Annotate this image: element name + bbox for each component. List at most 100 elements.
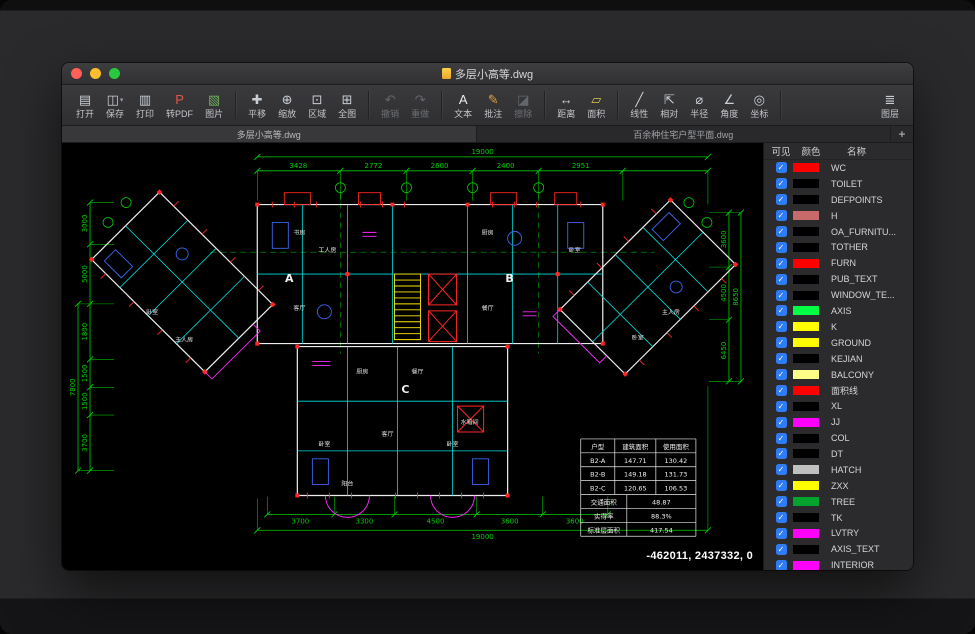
layer-row[interactable]: ✓TK bbox=[764, 510, 913, 526]
layer-color-swatch[interactable] bbox=[793, 322, 819, 331]
layer-visibility-checkbox[interactable]: ✓ bbox=[776, 385, 787, 396]
layer-row[interactable]: ✓COL bbox=[764, 430, 913, 446]
toolbar-button-zoom[interactable]: ⊕缩放 bbox=[273, 91, 301, 120]
toolbar-button-coordinate[interactable]: ◎坐标 bbox=[745, 91, 773, 120]
toolbar-button-angle[interactable]: ∠角度 bbox=[715, 91, 743, 120]
layer-color-swatch[interactable] bbox=[793, 465, 819, 474]
layer-row[interactable]: ✓XL bbox=[764, 398, 913, 414]
layer-color-swatch[interactable] bbox=[793, 275, 819, 284]
layer-row[interactable]: ✓BALCONY bbox=[764, 367, 913, 383]
tab-current-file[interactable]: 多层小高等.dwg bbox=[62, 126, 477, 142]
toolbar-button-radius[interactable]: ⌀半径 bbox=[685, 91, 713, 120]
layer-color-swatch[interactable] bbox=[793, 561, 819, 570]
layer-row[interactable]: ✓LVTRY bbox=[764, 525, 913, 541]
layer-visibility-checkbox[interactable]: ✓ bbox=[776, 258, 787, 269]
drawing-canvas[interactable]: 1900034282772260024002951300050001800150… bbox=[62, 143, 763, 570]
layer-color-swatch[interactable] bbox=[793, 291, 819, 300]
layer-visibility-checkbox[interactable]: ✓ bbox=[776, 480, 787, 491]
layer-color-swatch[interactable] bbox=[793, 418, 819, 427]
layer-color-swatch[interactable] bbox=[793, 513, 819, 522]
layer-visibility-checkbox[interactable]: ✓ bbox=[776, 178, 787, 189]
layer-visibility-checkbox[interactable]: ✓ bbox=[776, 401, 787, 412]
layer-color-swatch[interactable] bbox=[793, 354, 819, 363]
layer-row[interactable]: ✓GROUND bbox=[764, 335, 913, 351]
new-tab-button[interactable]: + bbox=[891, 126, 913, 142]
layers-list[interactable]: ✓WC✓TOILET✓DEFPOINTS✓H✓OA_FURNITU...✓TOT… bbox=[764, 160, 913, 570]
toolbar-button-annotate[interactable]: ✎批注 bbox=[479, 91, 507, 120]
layer-visibility-checkbox[interactable]: ✓ bbox=[776, 369, 787, 380]
toolbar-button-distance[interactable]: ↔距离 bbox=[552, 91, 580, 120]
toolbar-button-area[interactable]: ▱面积 bbox=[582, 91, 610, 120]
toolbar-button-layers[interactable]: ≣图层 bbox=[876, 91, 904, 120]
layer-color-swatch[interactable] bbox=[793, 211, 819, 220]
layer-visibility-checkbox[interactable]: ✓ bbox=[776, 194, 787, 205]
layer-color-swatch[interactable] bbox=[793, 529, 819, 538]
layer-visibility-checkbox[interactable]: ✓ bbox=[776, 560, 787, 570]
layer-row[interactable]: ✓INTERIOR bbox=[764, 557, 913, 570]
layer-visibility-checkbox[interactable]: ✓ bbox=[776, 512, 787, 523]
layer-row[interactable]: ✓WINDOW_TE... bbox=[764, 287, 913, 303]
layer-visibility-checkbox[interactable]: ✓ bbox=[776, 417, 787, 428]
toolbar-button-relative[interactable]: ⇱相对 bbox=[655, 91, 683, 120]
toolbar-button-redo[interactable]: ↷重做 bbox=[406, 91, 434, 120]
layer-visibility-checkbox[interactable]: ✓ bbox=[776, 448, 787, 459]
layer-color-swatch[interactable] bbox=[793, 195, 819, 204]
toolbar-button-text[interactable]: A文本 bbox=[449, 91, 477, 120]
layer-row[interactable]: ✓AXIS bbox=[764, 303, 913, 319]
layer-visibility-checkbox[interactable]: ✓ bbox=[776, 162, 787, 173]
toolbar-button-pan[interactable]: ✚平移 bbox=[243, 91, 271, 120]
layer-visibility-checkbox[interactable]: ✓ bbox=[776, 433, 787, 444]
toolbar-button-open[interactable]: ▤打开 bbox=[71, 91, 99, 120]
layer-row[interactable]: ✓H bbox=[764, 208, 913, 224]
layer-color-swatch[interactable] bbox=[793, 306, 819, 315]
layer-color-swatch[interactable] bbox=[793, 163, 819, 172]
tab-other-file[interactable]: 百余种住宅户型平面.dwg bbox=[477, 126, 892, 142]
layer-visibility-checkbox[interactable]: ✓ bbox=[776, 226, 787, 237]
layer-visibility-checkbox[interactable]: ✓ bbox=[776, 337, 787, 348]
layer-row[interactable]: ✓HATCH bbox=[764, 462, 913, 478]
toolbar-button-image[interactable]: ▧图片 bbox=[200, 91, 228, 120]
layer-row[interactable]: ✓面积线 bbox=[764, 382, 913, 398]
layer-color-swatch[interactable] bbox=[793, 449, 819, 458]
layer-row[interactable]: ✓WC bbox=[764, 160, 913, 176]
layer-visibility-checkbox[interactable]: ✓ bbox=[776, 528, 787, 539]
layer-visibility-checkbox[interactable]: ✓ bbox=[776, 464, 787, 475]
zoom-window-button[interactable] bbox=[109, 68, 120, 79]
layer-color-swatch[interactable] bbox=[793, 370, 819, 379]
layer-row[interactable]: ✓KEJIAN bbox=[764, 351, 913, 367]
layer-visibility-checkbox[interactable]: ✓ bbox=[776, 305, 787, 316]
layer-color-swatch[interactable] bbox=[793, 243, 819, 252]
layer-color-swatch[interactable] bbox=[793, 402, 819, 411]
toolbar-button-undo[interactable]: ↶撤销 bbox=[376, 91, 404, 120]
layer-row[interactable]: ✓AXIS_TEXT bbox=[764, 541, 913, 557]
layer-color-swatch[interactable] bbox=[793, 386, 819, 395]
layer-visibility-checkbox[interactable]: ✓ bbox=[776, 353, 787, 364]
layer-row[interactable]: ✓DEFPOINTS bbox=[764, 192, 913, 208]
layer-row[interactable]: ✓JJ bbox=[764, 414, 913, 430]
layer-visibility-checkbox[interactable]: ✓ bbox=[776, 290, 787, 301]
toolbar-button-linear[interactable]: ╱线性 bbox=[625, 91, 653, 120]
layer-color-swatch[interactable] bbox=[793, 227, 819, 236]
layer-row[interactable]: ✓TOTHER bbox=[764, 239, 913, 255]
toolbar-button-to-pdf[interactable]: P转PDF bbox=[161, 91, 198, 120]
close-button[interactable] bbox=[71, 68, 82, 79]
layer-row[interactable]: ✓ZXX bbox=[764, 478, 913, 494]
layer-visibility-checkbox[interactable]: ✓ bbox=[776, 544, 787, 555]
toolbar-button-full-view[interactable]: ⊞全图 bbox=[333, 91, 361, 120]
layer-row[interactable]: ✓DT bbox=[764, 446, 913, 462]
minimize-button[interactable] bbox=[90, 68, 101, 79]
layer-row[interactable]: ✓TREE bbox=[764, 494, 913, 510]
layer-color-swatch[interactable] bbox=[793, 338, 819, 347]
layer-color-swatch[interactable] bbox=[793, 434, 819, 443]
layer-color-swatch[interactable] bbox=[793, 481, 819, 490]
layer-row[interactable]: ✓PUB_TEXT bbox=[764, 271, 913, 287]
toolbar-button-erase[interactable]: ◪擦除 bbox=[509, 91, 537, 120]
layer-visibility-checkbox[interactable]: ✓ bbox=[776, 210, 787, 221]
layer-color-swatch[interactable] bbox=[793, 545, 819, 554]
toolbar-button-region-zoom[interactable]: ⊡区域 bbox=[303, 91, 331, 120]
layer-row[interactable]: ✓TOILET bbox=[764, 176, 913, 192]
layer-row[interactable]: ✓K bbox=[764, 319, 913, 335]
layer-color-swatch[interactable] bbox=[793, 179, 819, 188]
layer-row[interactable]: ✓OA_FURNITU... bbox=[764, 224, 913, 240]
layer-visibility-checkbox[interactable]: ✓ bbox=[776, 321, 787, 332]
